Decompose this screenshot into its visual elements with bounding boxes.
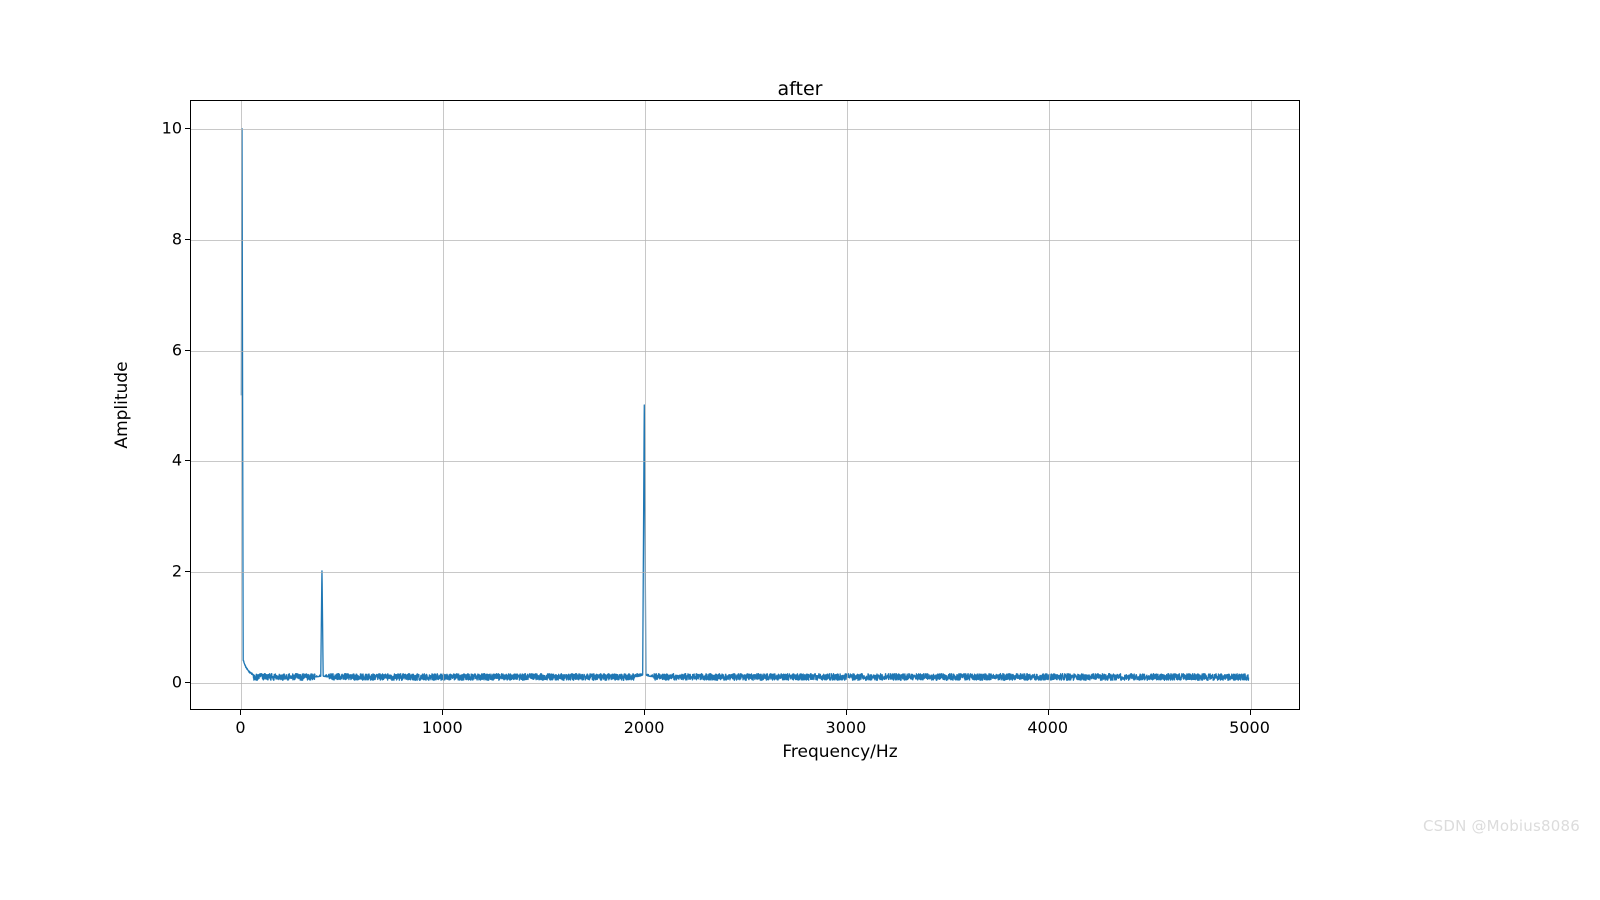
y-tick-mark [185, 239, 190, 240]
plot-area [190, 100, 1300, 710]
grid-line-horizontal [191, 240, 1299, 241]
x-tick-mark [1048, 710, 1049, 715]
grid-line-vertical [443, 101, 444, 709]
x-tick-label: 3000 [826, 718, 867, 737]
y-tick-label: 0 [160, 673, 182, 692]
x-axis-label: Frequency/Hz [0, 742, 1490, 762]
grid-line-horizontal [191, 129, 1299, 130]
y-tick-mark [185, 350, 190, 351]
y-tick-label: 4 [160, 451, 182, 470]
y-tick-label: 6 [160, 340, 182, 359]
y-tick-label: 2 [160, 562, 182, 581]
grid-line-vertical [645, 101, 646, 709]
chart-title: after [0, 78, 1600, 100]
grid-line-horizontal [191, 351, 1299, 352]
x-tick-label: 4000 [1027, 718, 1068, 737]
x-tick-mark [1250, 710, 1251, 715]
x-tick-label: 1000 [422, 718, 463, 737]
grid-line-vertical [1251, 101, 1252, 709]
watermark-text: CSDN @Mobius8086 [1423, 817, 1580, 835]
x-tick-mark [846, 710, 847, 715]
x-tick-mark [644, 710, 645, 715]
x-tick-label: 5000 [1229, 718, 1270, 737]
y-tick-mark [185, 571, 190, 572]
y-tick-mark [185, 682, 190, 683]
x-tick-label: 2000 [624, 718, 665, 737]
grid-line-horizontal [191, 683, 1299, 684]
y-tick-label: 8 [160, 229, 182, 248]
y-tick-mark [185, 128, 190, 129]
grid-line-horizontal [191, 461, 1299, 462]
grid-line-vertical [241, 101, 242, 709]
y-tick-mark [185, 460, 190, 461]
figure: after Frequency/Hz Amplitude CSDN @Mobiu… [0, 0, 1600, 900]
grid-line-horizontal [191, 572, 1299, 573]
grid-line-vertical [1049, 101, 1050, 709]
spectrum-line [191, 101, 1299, 709]
x-tick-mark [442, 710, 443, 715]
y-tick-label: 10 [160, 118, 182, 137]
x-tick-label: 0 [235, 718, 245, 737]
grid-line-vertical [847, 101, 848, 709]
x-tick-mark [240, 710, 241, 715]
y-axis-label: Amplitude [112, 361, 132, 448]
